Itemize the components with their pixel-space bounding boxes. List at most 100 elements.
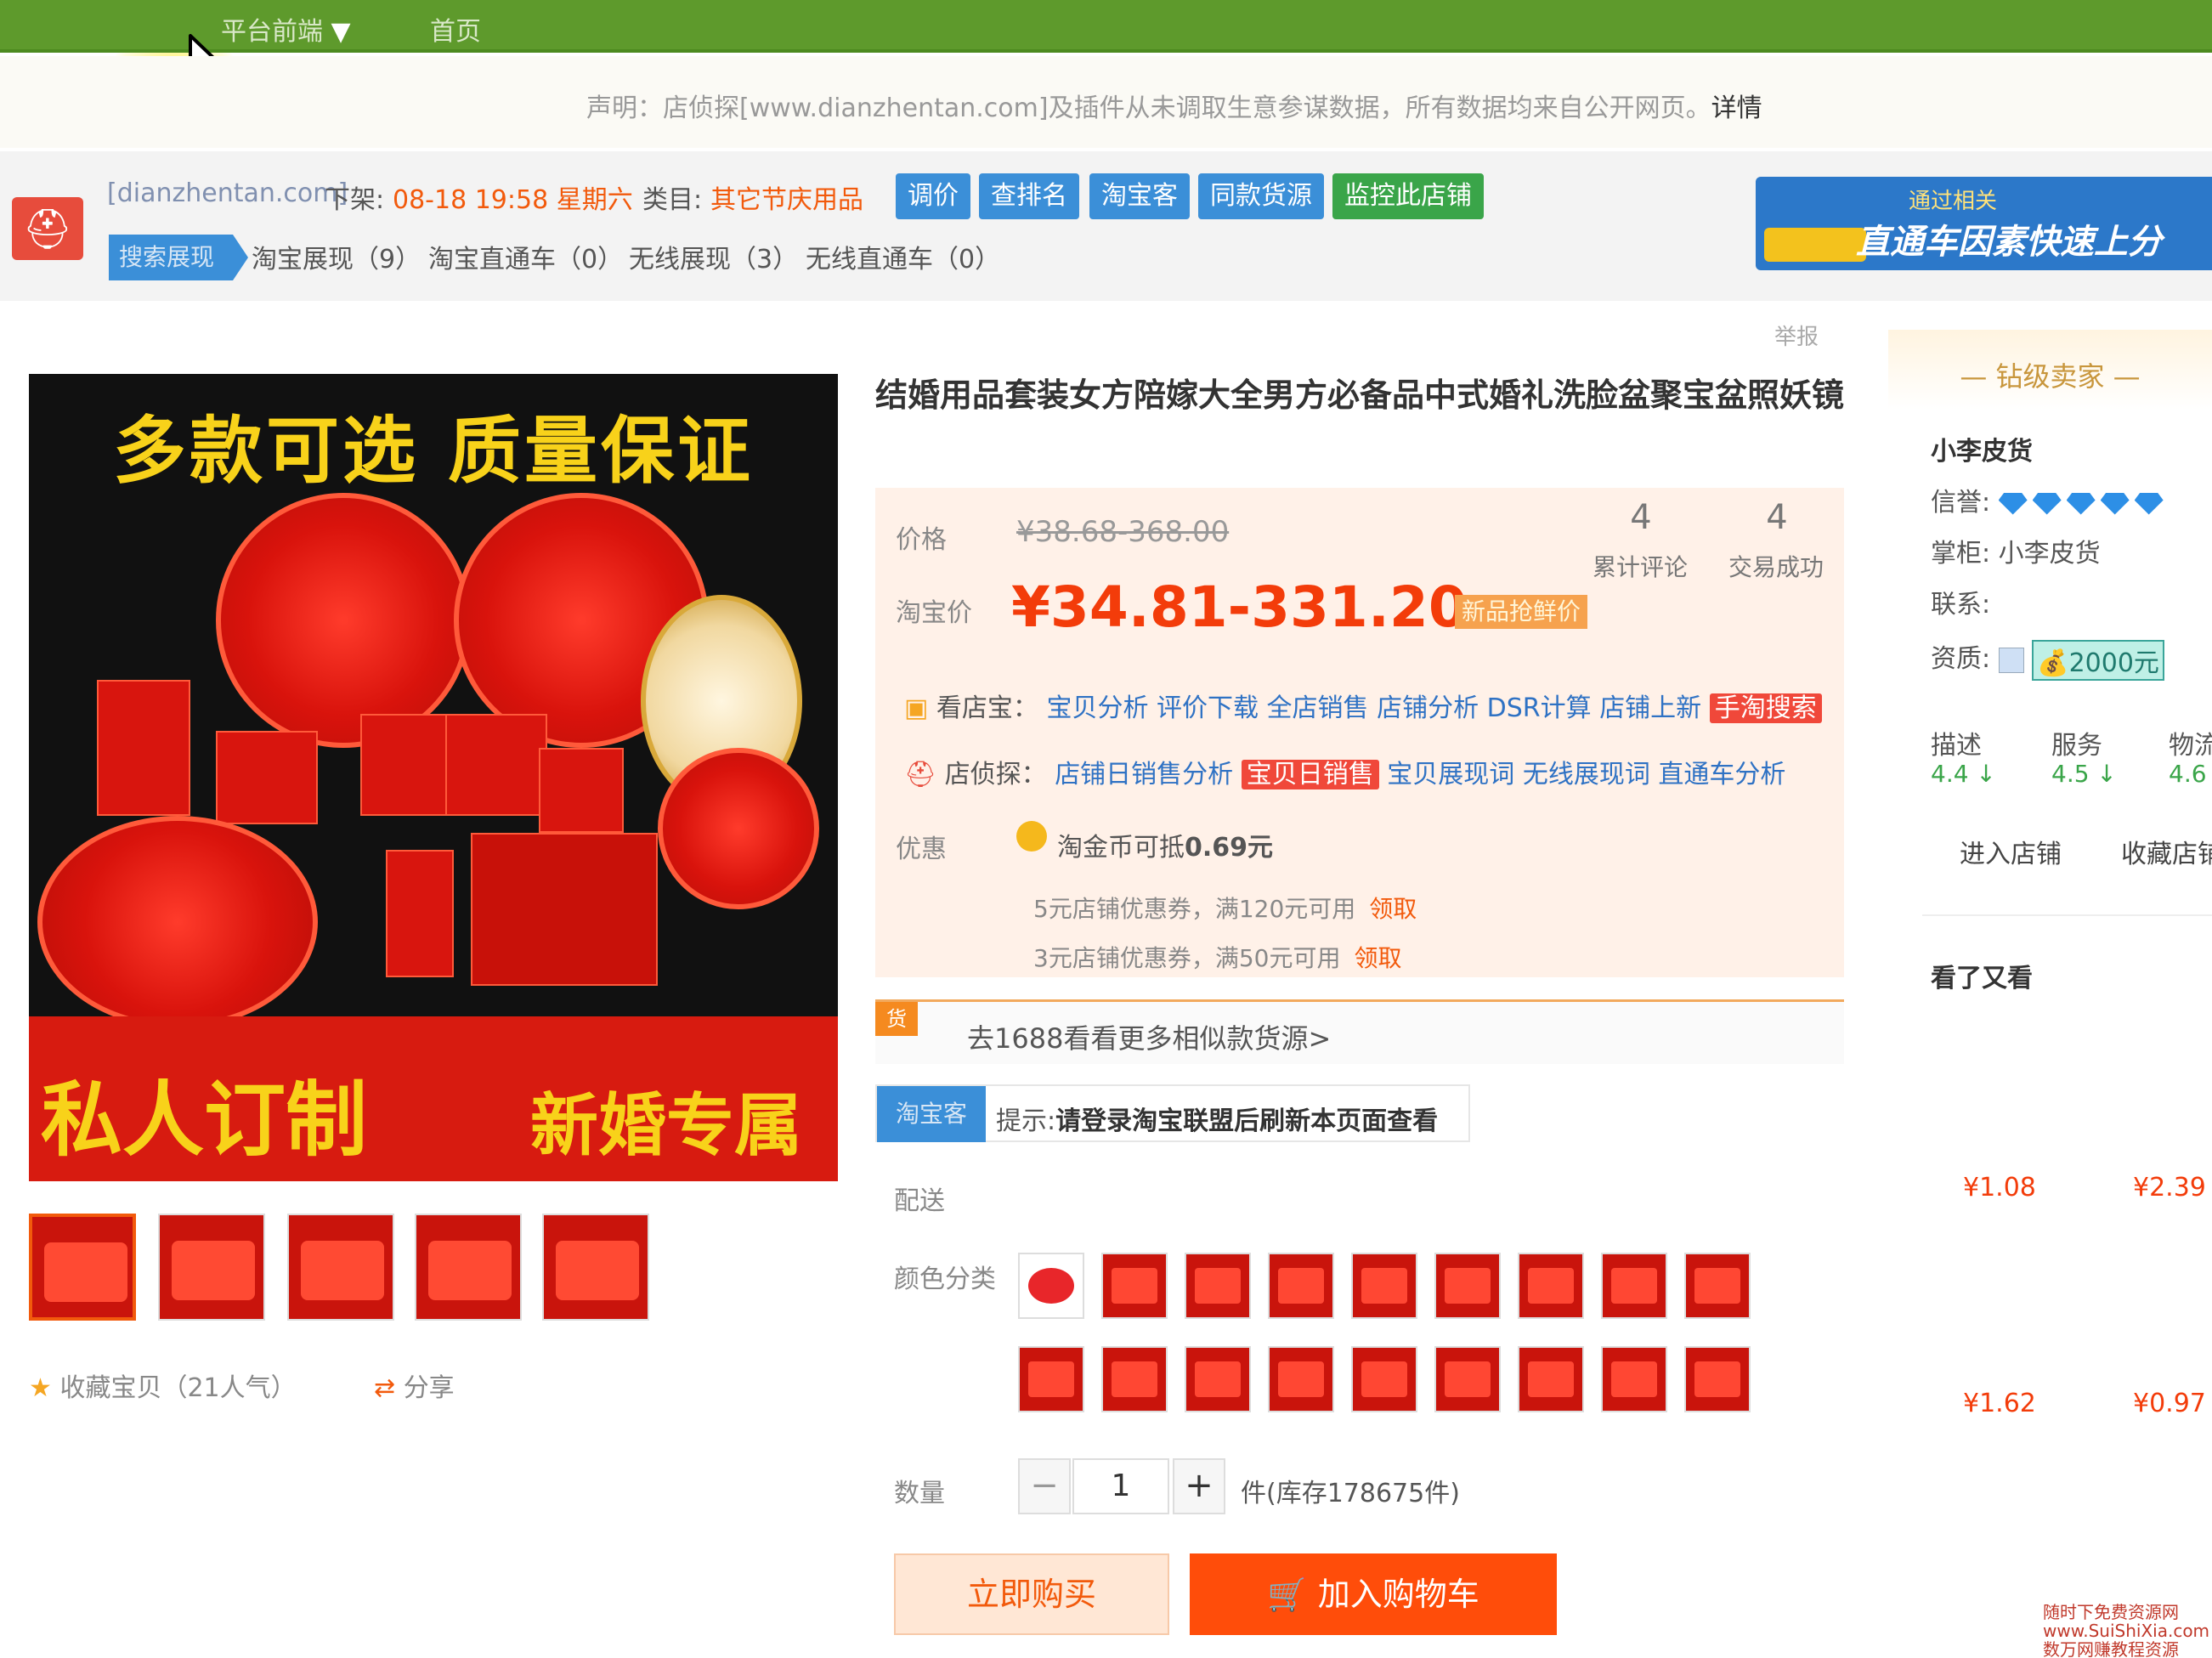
kdb-link-review-download[interactable]: 评价下载 <box>1157 693 1259 723</box>
credit-label: 信誉: <box>1931 488 1991 518</box>
dzt-link-item-daily[interactable]: 宝贝日销售 <box>1241 760 1379 789</box>
share-button[interactable]: ⇄ 分享 <box>374 1367 455 1404</box>
red-socks-image <box>386 850 454 977</box>
sku-swatch[interactable] <box>1185 1346 1251 1412</box>
nav-category-dropdown[interactable]: 平台前端 ▼ <box>221 10 351 48</box>
quantity-label: 数量 <box>894 1479 945 1508</box>
coupon-1-claim[interactable]: 领取 <box>1369 895 1417 923</box>
adjust-price-button[interactable]: 调价 <box>896 173 970 219</box>
sku-swatch[interactable] <box>1434 1346 1501 1412</box>
sku-swatch[interactable] <box>1268 1346 1334 1412</box>
sku-swatch[interactable] <box>1351 1253 1417 1319</box>
bus-icon <box>1764 228 1866 262</box>
sku-swatch[interactable] <box>1518 1346 1584 1412</box>
thumbnail-4[interactable] <box>415 1214 522 1321</box>
sku-swatch[interactable] <box>1518 1253 1584 1319</box>
thumbnail-1[interactable] <box>29 1214 136 1321</box>
report-link[interactable]: 举报 <box>1774 320 1819 351</box>
kdb-link-new-items[interactable]: 店铺上新 <box>1599 693 1701 723</box>
sku-swatch[interactable] <box>1185 1253 1251 1319</box>
monitor-shop-button[interactable]: 监控此店铺 <box>1332 173 1484 219</box>
tab-taobao-ztc[interactable]: 淘宝直通车（0） <box>428 238 623 275</box>
add-to-cart-button[interactable]: 🛒 加入购物车 <box>1190 1553 1557 1635</box>
score-logistics-value: 4.6 <box>2169 760 2207 788</box>
sku-swatch[interactable] <box>1684 1253 1751 1319</box>
sku-swatch[interactable] <box>1268 1253 1334 1319</box>
review-label[interactable]: 累计评论 <box>1572 549 1708 583</box>
quantity-increase-button[interactable]: + <box>1173 1458 1225 1514</box>
also-viewed-price[interactable]: ¥0.97 <box>2133 1389 2206 1418</box>
same-source-button[interactable]: 同款货源 <box>1198 173 1324 219</box>
source-1688-link[interactable]: 去1688看看更多相似款货源> <box>967 1017 1331 1056</box>
taobaoke-hint-label: 提示: <box>996 1106 1056 1136</box>
shipping-label: 配送 <box>894 1186 945 1216</box>
watermark: 随时下免费资源网 www.SuiShiXia.com 数万网赚教程资源 <box>2043 1603 2209 1658</box>
taobaoke-hint-text: 请登录淘宝联盟后刷新本页面查看 <box>1055 1106 1439 1136</box>
dianzhentan-name: 店侦探： <box>944 760 1047 789</box>
sku-swatch[interactable] <box>1101 1346 1168 1412</box>
sku-swatch[interactable] <box>1018 1346 1084 1412</box>
tab-taobao-display[interactable]: 淘宝展现（9） <box>252 238 421 275</box>
shop-name[interactable]: 小李皮货 <box>1931 430 2033 467</box>
kdb-link-shop-analysis[interactable]: 店铺分析 <box>1377 693 1479 723</box>
deposit-badge: 💰2000元 <box>2032 639 2164 681</box>
tab-wireless-ztc[interactable]: 无线直通车（0） <box>806 238 1000 275</box>
also-viewed-price[interactable]: ¥2.39 <box>2133 1173 2206 1202</box>
sku-swatch[interactable] <box>1601 1346 1667 1412</box>
kdb-link-mobile-search[interactable]: 手淘搜索 <box>1709 693 1822 723</box>
source-corner-badge: 货 <box>875 1002 918 1036</box>
kdb-link-dsr[interactable]: DSR计算 <box>1487 693 1592 723</box>
current-price: ¥34.81-331.20 <box>1011 574 1468 640</box>
score-service-value: 4.5 ↓ <box>2051 760 2117 788</box>
share-label: 分享 <box>403 1373 455 1403</box>
sku-swatch[interactable] <box>1101 1253 1168 1319</box>
top-nav-bar: 平台前端 ▼ 首页 <box>0 0 2212 53</box>
taobaoke-button[interactable]: 淘宝客 <box>1089 173 1190 219</box>
plugin-site[interactable]: [dianzhentan.com] <box>107 178 348 208</box>
quantity-decrease-button[interactable]: − <box>1018 1458 1071 1514</box>
watermark-line1: 随时下免费资源网 <box>2043 1602 2179 1622</box>
ztc-ad-banner[interactable]: 通过相关 直通车因素快速上分 <box>1756 177 2212 270</box>
favorite-item-button[interactable]: ★ 收藏宝贝（21人气） <box>29 1367 297 1404</box>
diamond-icon <box>2134 492 2164 515</box>
coupon-2-claim[interactable]: 领取 <box>1354 944 1401 972</box>
thumbnail-2[interactable] <box>158 1214 265 1321</box>
sku-swatch[interactable] <box>1018 1253 1084 1319</box>
check-rank-button[interactable]: 查排名 <box>979 173 1079 219</box>
dianzhentan-row: ⛑ 店侦探： 店铺日销售分析 宝贝日销售 宝贝展现词 无线展现词 直通车分析 <box>904 753 1785 790</box>
dzt-link-shop-daily[interactable]: 店铺日销售分析 <box>1055 760 1233 789</box>
sku-swatch[interactable] <box>1684 1346 1751 1412</box>
source-1688-bar[interactable]: 货 去1688看看更多相似款货源> <box>875 999 1844 1064</box>
also-viewed-price[interactable]: ¥1.62 <box>1963 1389 2036 1418</box>
kdb-link-item-analysis[interactable]: 宝贝分析 <box>1046 693 1148 723</box>
quantity-input[interactable]: 1 <box>1072 1458 1169 1514</box>
deposit-amount: 2000元 <box>2068 648 2159 678</box>
thumbnail-3[interactable] <box>287 1214 394 1321</box>
favorite-shop-button[interactable]: 收藏店铺 <box>2121 833 2212 870</box>
diamond-icon <box>2100 492 2130 515</box>
deal-label[interactable]: 交易成功 <box>1708 549 1844 583</box>
coin-icon <box>1016 821 1047 852</box>
coupon-1: 5元店铺优惠券，满120元可用 领取 <box>1033 891 1417 925</box>
dzt-link-wireless-words[interactable]: 无线展现词 <box>1523 760 1650 789</box>
also-viewed-price[interactable]: ¥1.08 <box>1963 1173 2036 1202</box>
disclaimer-detail-link[interactable]: 详情 <box>1711 93 1762 123</box>
red-gift-image <box>539 748 624 833</box>
enter-shop-button[interactable]: 进入店铺 <box>1960 833 2062 870</box>
product-main-image[interactable]: 多款可选 质量保证 私人订制 新婚专属 <box>29 374 838 1181</box>
sku-swatch[interactable] <box>1601 1253 1667 1319</box>
tab-wireless-display[interactable]: 无线展现（3） <box>629 238 798 275</box>
id-card-icon <box>1998 647 2024 673</box>
buy-now-button[interactable]: 立即购买 <box>894 1553 1169 1635</box>
add-to-cart-label: 加入购物车 <box>1317 1576 1479 1613</box>
kdb-link-shop-sales[interactable]: 全店销售 <box>1267 693 1369 723</box>
sku-swatch[interactable] <box>1351 1346 1417 1412</box>
keeper-name[interactable]: 小李皮货 <box>1999 539 2101 569</box>
sku-swatch[interactable] <box>1434 1253 1501 1319</box>
tab-search-display[interactable]: 搜索展现 <box>109 235 248 280</box>
nav-home-link[interactable]: 首页 <box>430 10 481 48</box>
image-top-text: 多款可选 质量保证 <box>113 409 754 494</box>
dzt-link-ztc-analysis[interactable]: 直通车分析 <box>1658 760 1785 789</box>
dzt-link-item-words[interactable]: 宝贝展现词 <box>1387 760 1514 789</box>
thumbnail-5[interactable] <box>542 1214 649 1321</box>
